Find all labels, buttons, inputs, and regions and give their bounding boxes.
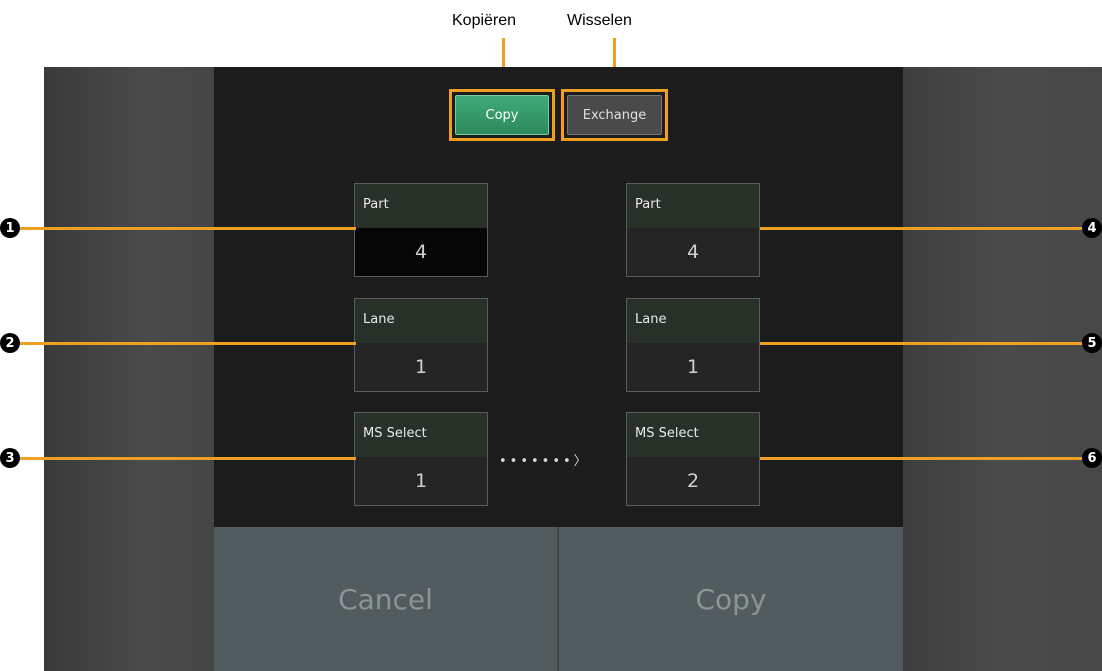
callout-marker-2: 2 — [0, 333, 20, 353]
copy-mode-label: Copy — [455, 95, 549, 135]
source-part-field[interactable]: Part 4 — [354, 183, 488, 277]
right-panel — [903, 67, 1102, 671]
instrument-screen: Copy Exchange Part 4 Lane 1 MS Select 1 … — [44, 67, 1102, 671]
dest-ms-select-field[interactable]: MS Select 2 — [626, 412, 760, 506]
callout-line-5 — [760, 342, 1094, 345]
source-lane-label: Lane — [355, 299, 487, 343]
callout-marker-5: 5 — [1082, 333, 1102, 353]
callout-line-4 — [760, 227, 1094, 230]
callout-copy-label: Kopiëren — [452, 12, 517, 29]
dest-part-value: 4 — [686, 241, 700, 263]
exchange-mode-button[interactable]: Exchange — [561, 89, 668, 141]
callout-line-1 — [8, 227, 356, 230]
source-ms-select-field[interactable]: MS Select 1 — [354, 412, 488, 506]
left-panel — [44, 67, 214, 671]
source-ms-select-value: 1 — [414, 470, 428, 492]
copy-button[interactable]: Copy — [559, 527, 903, 671]
source-part-value: 4 — [355, 228, 487, 276]
callout-line-3 — [8, 457, 356, 460]
dest-ms-select-value: 2 — [686, 470, 700, 492]
callout-marker-4: 4 — [1082, 218, 1102, 238]
source-lane-field[interactable]: Lane 1 — [354, 298, 488, 392]
dest-lane-value: 1 — [686, 356, 700, 378]
copy-mode-button[interactable]: Copy — [449, 89, 555, 141]
dest-part-label: Part — [627, 184, 759, 228]
source-lane-value: 1 — [414, 356, 428, 378]
callout-marker-6: 6 — [1082, 448, 1102, 468]
dest-ms-select-label: MS Select — [627, 413, 759, 457]
source-ms-select-label: MS Select — [355, 413, 487, 457]
dest-lane-label: Lane — [627, 299, 759, 343]
callout-marker-3: 3 — [0, 448, 20, 468]
callout-exchange-label: Wisselen — [567, 12, 632, 29]
callout-marker-1: 1 — [0, 218, 20, 238]
dest-lane-field[interactable]: Lane 1 — [626, 298, 760, 392]
copy-direction-arrow: •••••••〉 — [499, 454, 590, 469]
source-part-label: Part — [355, 184, 487, 228]
cancel-button[interactable]: Cancel — [214, 527, 557, 671]
callout-line-2 — [8, 342, 356, 345]
exchange-mode-label: Exchange — [567, 95, 662, 135]
callout-line-6 — [760, 457, 1094, 460]
dest-part-field[interactable]: Part 4 — [626, 183, 760, 277]
